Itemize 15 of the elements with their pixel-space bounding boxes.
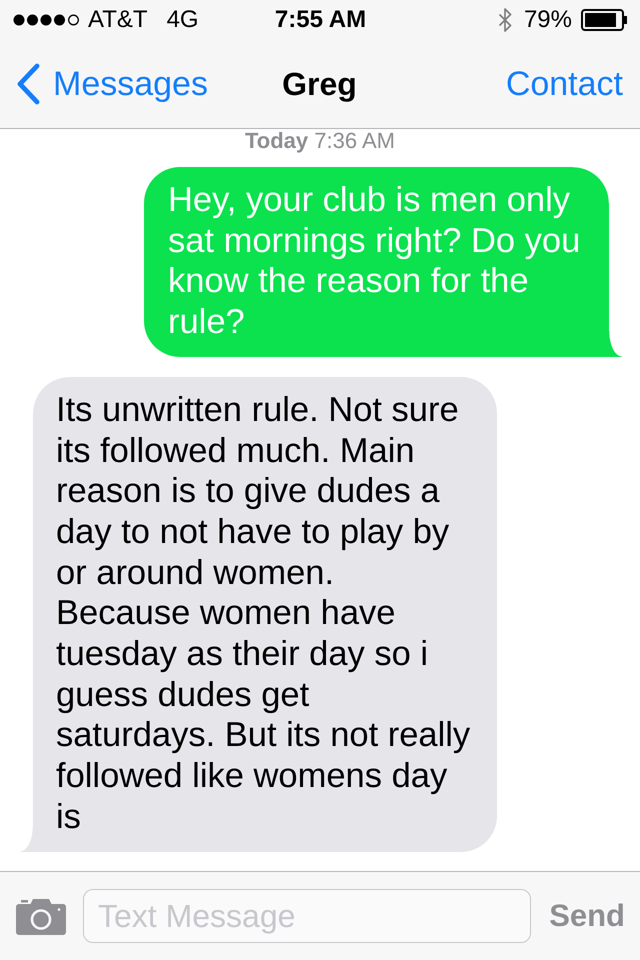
network-type: 4G bbox=[166, 6, 199, 34]
signal-strength-icon bbox=[13, 14, 80, 26]
battery-icon bbox=[581, 9, 628, 31]
bluetooth-icon bbox=[498, 7, 512, 33]
clock-time: 7:55 AM bbox=[274, 6, 366, 34]
message-text: Its unwritten rule. Not sure its followed much. Main reason is to give dudes a day to not have to play by or around women. Because women have tuesday as their day so i guess dudes get saturdays. But its not really followed like womens day is bbox=[56, 390, 472, 838]
carrier-name: AT&T bbox=[88, 6, 148, 34]
message-timestamp: Today 7:36 AM bbox=[245, 129, 395, 153]
camera-icon[interactable] bbox=[16, 898, 66, 934]
battery-percentage: 79% bbox=[524, 6, 572, 34]
message-text: Hey, your club is men only sat mornings right? Do you know the reason for the rule? bbox=[168, 180, 582, 343]
contact-name-title: Greg bbox=[282, 66, 357, 102]
back-button[interactable]: Messages bbox=[16, 63, 208, 105]
chevron-left-icon bbox=[16, 63, 41, 105]
contact-button[interactable]: Contact bbox=[506, 64, 623, 104]
